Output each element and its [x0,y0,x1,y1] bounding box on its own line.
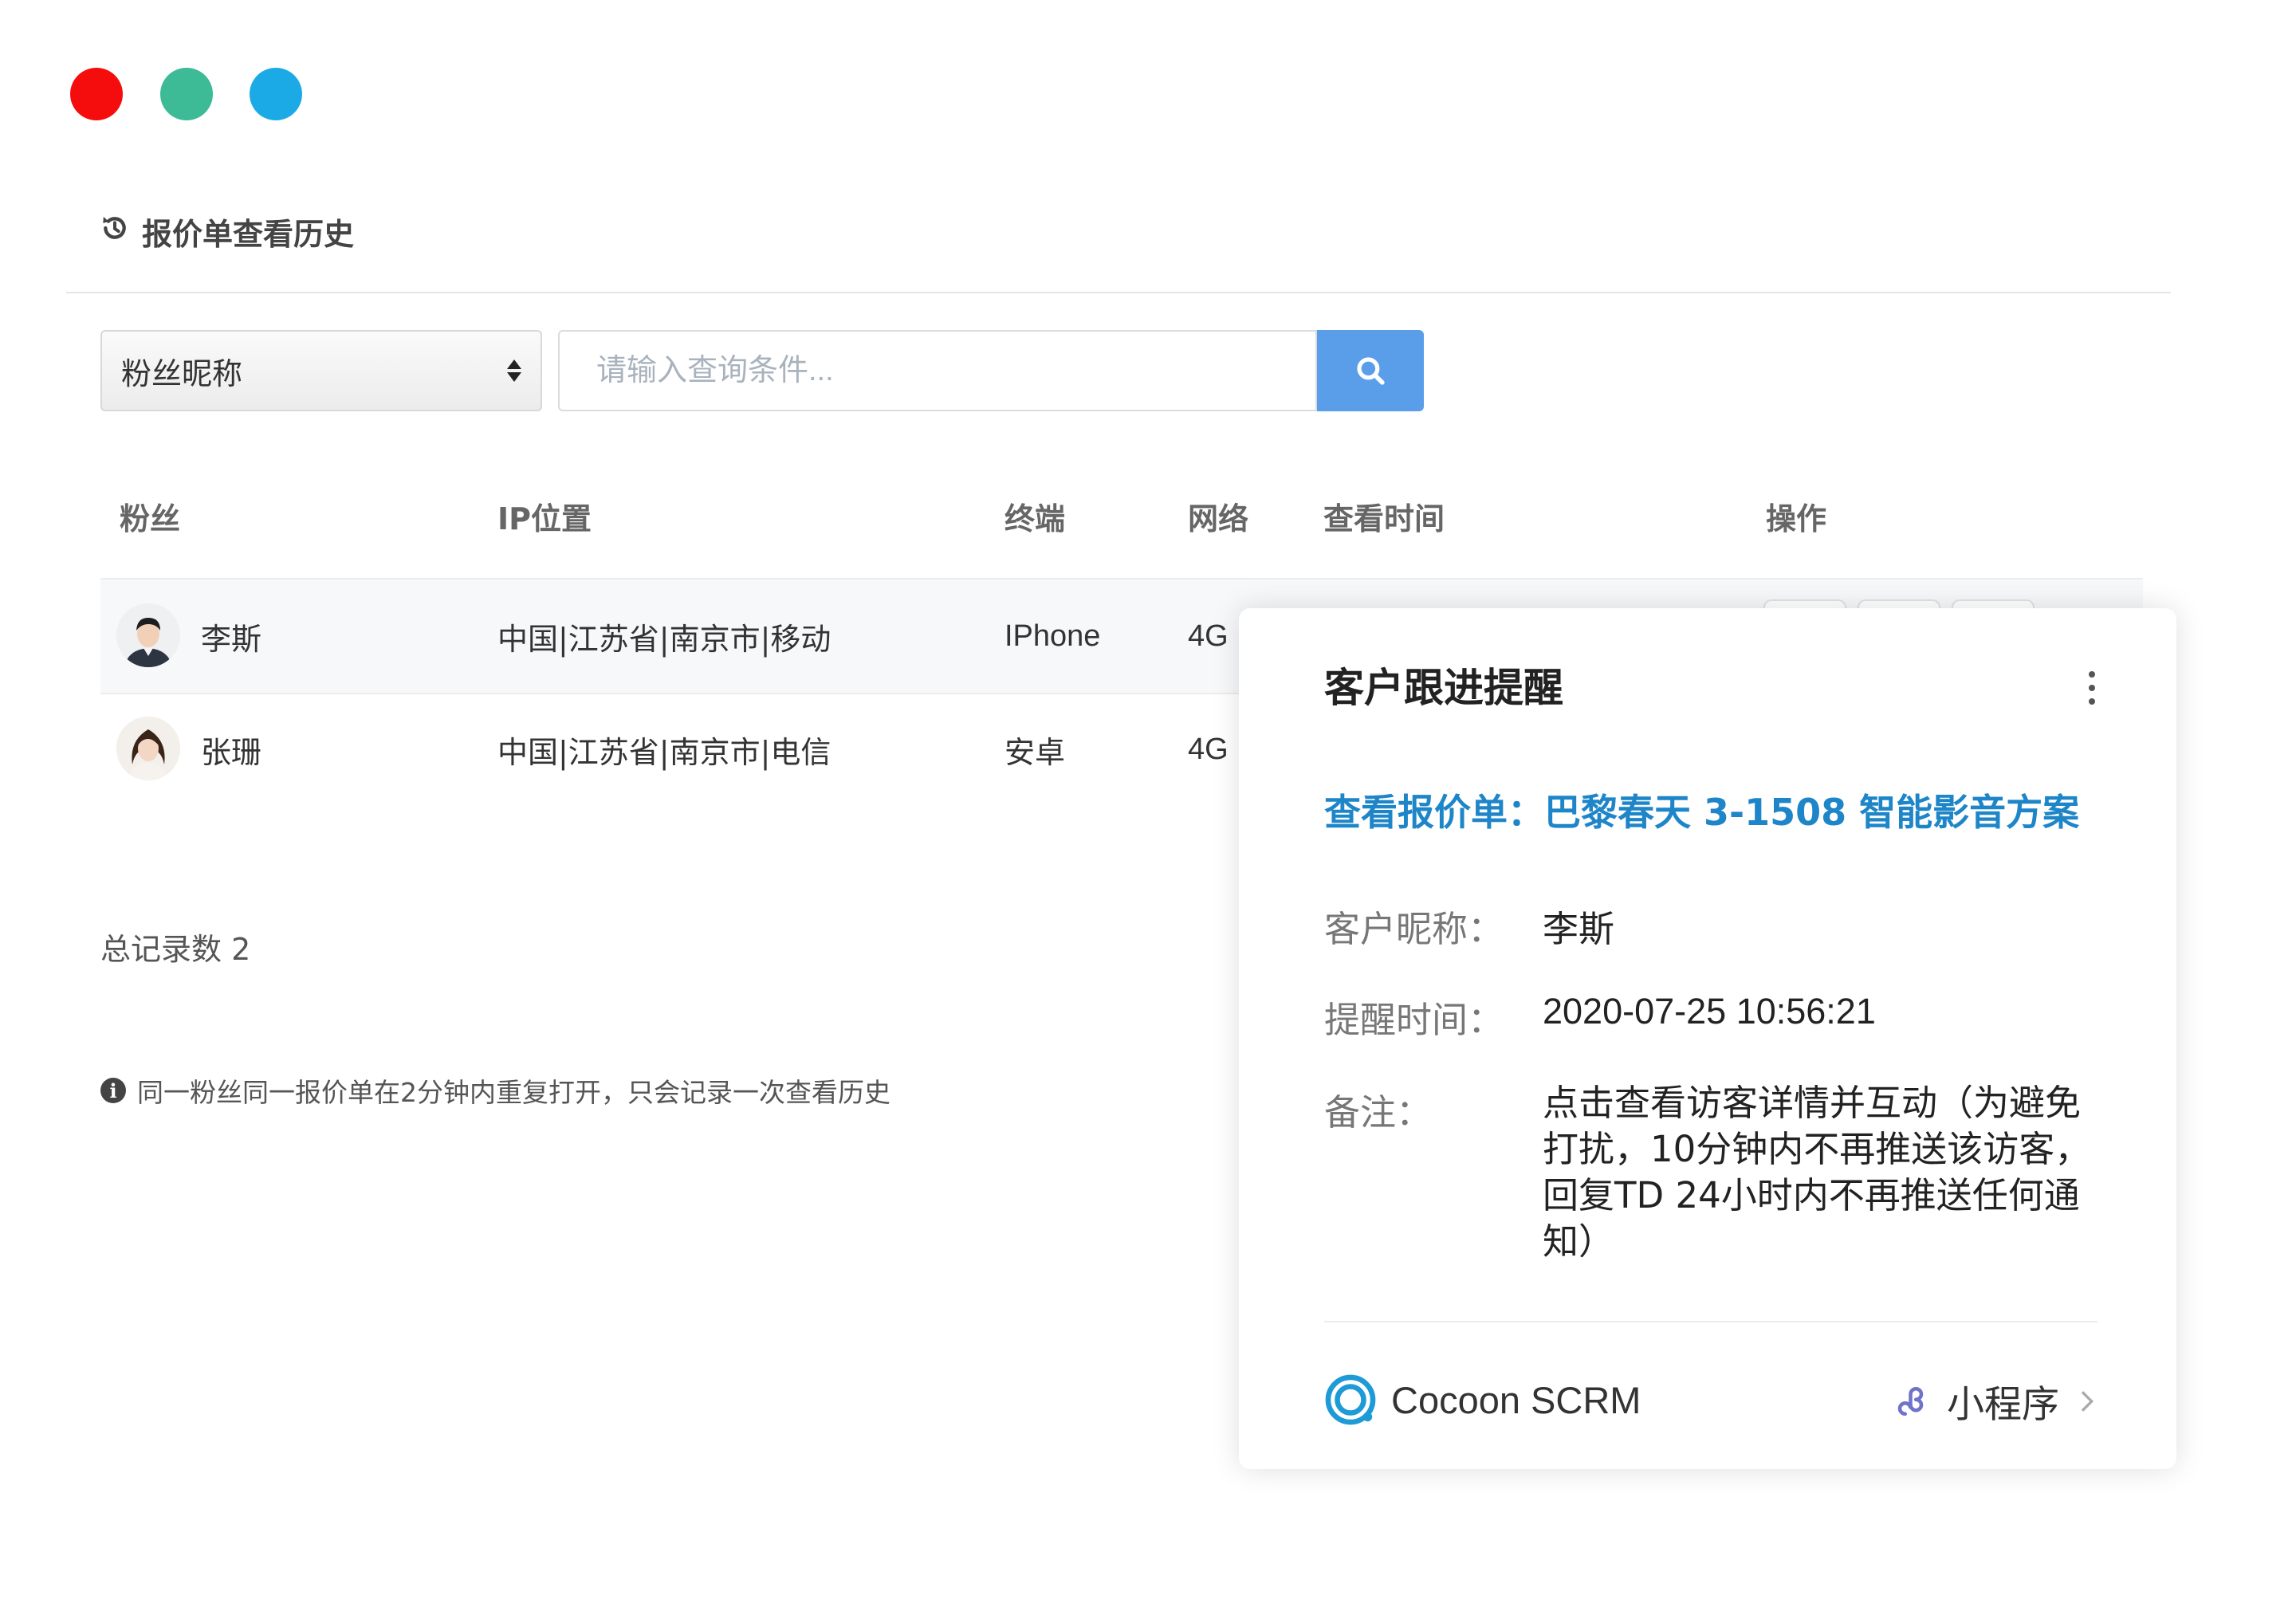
nickname-value: 李斯 [1543,908,1615,950]
window-close-button[interactable] [70,68,123,120]
reminder-time-value: 2020-07-25 10:56:21 [1543,991,1876,1031]
network: 4G [1188,619,1229,653]
avatar [116,603,180,667]
follow-up-reminder-card: 客户跟进提醒 查看报价单：巴黎春天 3-1508 智能影音方案 客户昵称： 李斯… [1239,608,2176,1469]
device: 安卓 [1005,734,1066,770]
card-divider [1324,1321,2097,1322]
column-header-device: 终端 [1005,501,1066,536]
search-input[interactable] [558,330,1317,411]
remark-value: 点击查看访客详情并互动（为避免打扰，10分钟内不再推送该访客，回复TD 24小时… [1543,1082,2091,1263]
search-field-select[interactable]: 粉丝昵称 [100,330,542,411]
mini-program-link[interactable]: 小程序 [1893,1373,2102,1428]
search-button[interactable] [1317,330,1424,411]
dedup-note: i 同一粉丝同一报价单在2分钟内重复打开，只会记录一次查看历史 [100,1071,890,1110]
view-quote-link[interactable]: 查看报价单：巴黎春天 3-1508 智能影音方案 [1324,784,2079,836]
brand-name: Cocoon SCRM [1391,1378,1641,1421]
ip-location: 中国|江苏省|南京市|移动 [497,621,832,657]
column-header-network: 网络 [1188,501,1249,536]
ip-location: 中国|江苏省|南京市|电信 [497,734,832,770]
chevron-right-icon [2081,1390,2094,1412]
nickname-label: 客户昵称： [1324,908,1504,950]
brand: Cocoon SCRM [1324,1373,1641,1426]
column-header-view-time: 查看时间 [1323,501,1445,536]
page-title: 报价单查看历史 [99,209,354,253]
remark-label: 备注： [1324,1091,1433,1134]
mini-program-icon [1897,1386,1924,1416]
more-options-icon[interactable] [2076,664,2108,712]
network: 4G [1188,732,1229,766]
column-header-actions: 操作 [1766,501,1827,536]
select-arrows-icon [507,360,521,382]
window-minimize-button[interactable] [160,68,213,120]
dedup-note-text: 同一粉丝同一报价单在2分钟内重复打开，只会记录一次查看历史 [137,1077,890,1108]
fan-name: 李斯 [201,621,262,657]
avatar [116,717,180,780]
search-field-value: 粉丝昵称 [121,356,243,391]
card-title: 客户跟进提醒 [1324,665,1563,711]
device: IPhone [1005,619,1101,653]
fan-name: 张珊 [201,734,262,770]
page-title-text: 报价单查看历史 [142,216,355,252]
search-icon [1357,357,1385,385]
mini-program-label: 小程序 [1947,1383,2059,1427]
history-icon [99,212,131,251]
cocoon-logo-icon [1325,1374,1376,1425]
header-divider [66,292,2171,293]
column-header-ip: IP位置 [497,501,592,536]
total-records: 总记录数 2 [100,932,251,967]
window-maximize-button[interactable] [250,68,302,120]
info-icon: i [100,1078,126,1103]
reminder-time-label: 提醒时间： [1324,999,1504,1041]
column-header-fan: 粉丝 [120,501,181,536]
